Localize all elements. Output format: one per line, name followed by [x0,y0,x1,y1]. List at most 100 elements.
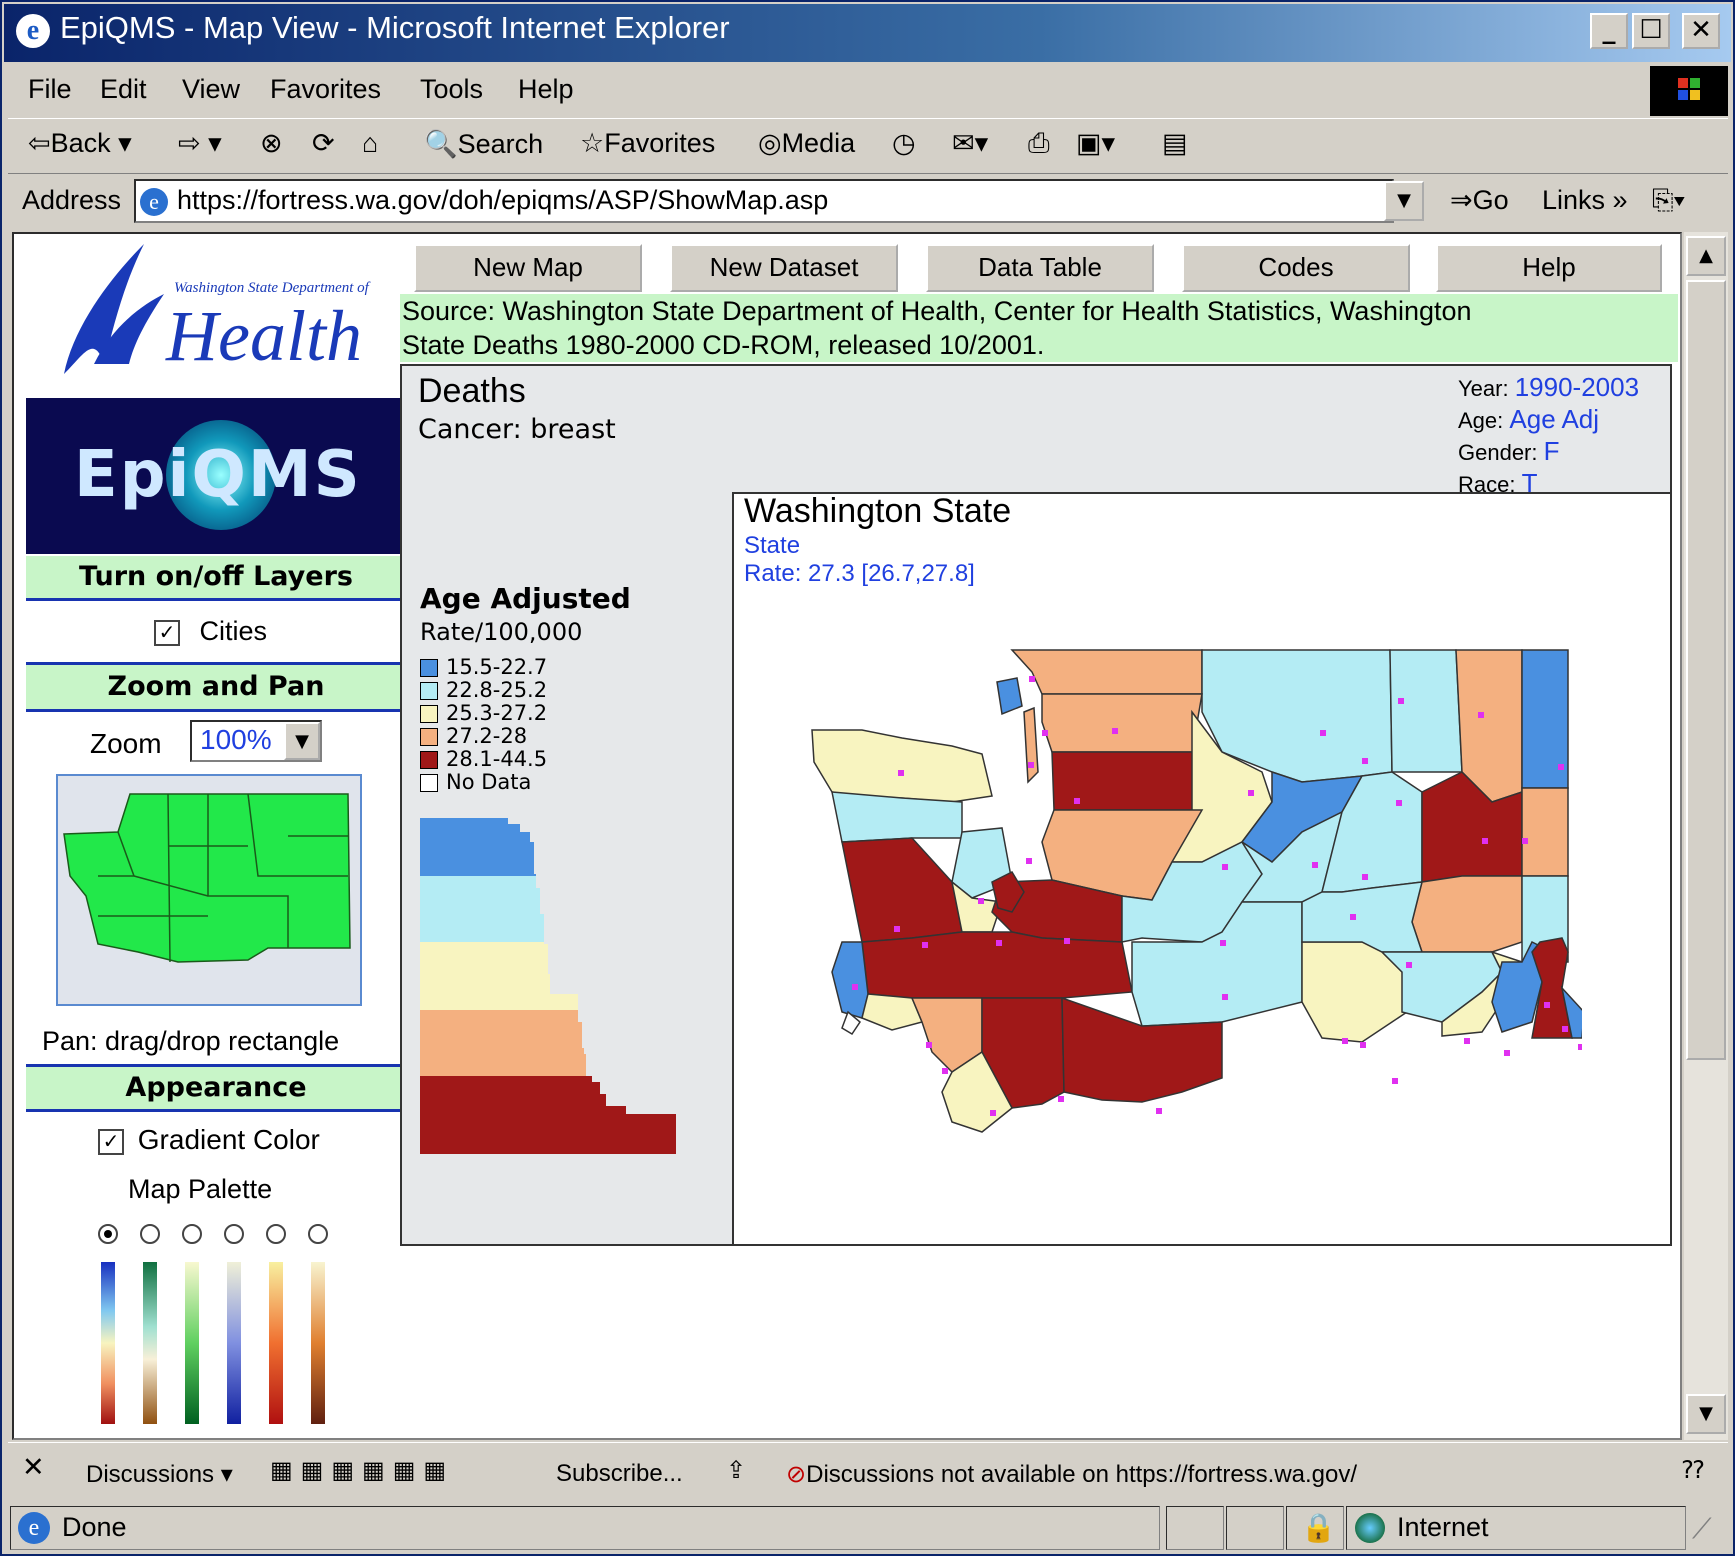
minimize-button[interactable]: _ [1590,13,1628,49]
discussions-close-icon[interactable]: ✕ [22,1452,45,1483]
county-whatcom[interactable] [1010,649,1203,695]
menu-edit[interactable]: Edit [100,74,147,105]
new-map-button[interactable]: New Map [414,244,642,292]
gradient-checkbox-row[interactable]: ✓ Gradient Color [98,1124,320,1156]
county-pacific[interactable] [831,941,869,1019]
scroll-thumb[interactable] [1686,280,1726,1060]
address-label: Address [22,185,122,215]
menu-favorites[interactable]: Favorites [270,74,381,105]
legend-swatch [420,751,438,769]
go-button[interactable]: ⇒Go [1450,185,1509,216]
palette-options [94,1224,354,1434]
star-icon: ☆ [580,128,605,158]
county-san-juan[interactable] [996,677,1023,716]
vertical-scrollbar[interactable]: ▲ ▼ [1684,232,1728,1440]
media-button[interactable]: ◎Media [758,128,855,159]
scroll-up-button[interactable]: ▲ [1686,236,1726,276]
county-skagit[interactable] [1041,693,1203,753]
logo-health-text: Health [166,296,362,376]
menu-bar [8,64,1648,116]
year-label: Year: [1458,376,1509,401]
mail-icon[interactable]: ✉▾ [952,128,988,159]
age-value[interactable]: Age Adj [1509,404,1599,434]
favorites-button[interactable]: ☆Favorites [580,128,715,159]
county-map[interactable] [802,642,1585,1162]
legend-histogram [420,818,680,1154]
county-adams[interactable] [1411,875,1523,953]
scroll-down-button[interactable]: ▼ [1686,1394,1726,1434]
epiqms-title: EpiQMS [74,438,362,512]
palette-radio-6[interactable] [308,1224,328,1244]
palette-radio-2[interactable] [140,1224,160,1244]
legend-swatch [420,682,438,700]
menu-view[interactable]: View [182,74,240,105]
gender-value[interactable]: F [1544,436,1560,466]
legend-item: No Data [420,771,531,793]
palette-bar-1 [101,1262,115,1424]
search-button[interactable]: 🔍Search [424,128,543,160]
filter-summary: Year: 1990-2003 Age: Age Adj Gender: F R… [1458,372,1639,500]
data-table-button[interactable]: Data Table [926,244,1154,292]
legend-label: No Data [446,770,532,794]
subscribe-button[interactable]: Subscribe... [556,1460,683,1488]
ie-icon: e [16,14,50,48]
cities-checkbox-row[interactable]: ✓ Cities [154,616,267,647]
show-hide-icon[interactable]: ⇪ [726,1456,746,1485]
cities-checkbox[interactable]: ✓ [154,619,180,646]
windows-logo-icon [1650,66,1728,116]
notes-icon[interactable]: ▤ [1162,128,1188,159]
map-rate: Rate: 27.3 [26.7,27.8] [744,560,975,587]
back-button[interactable]: ⇦Back ▾ [28,128,132,159]
panel-subtitle: Cancer: breast [418,414,616,445]
zoom-select[interactable]: 100% ▼ [190,720,322,762]
close-button[interactable]: ✕ [1682,13,1720,49]
palette-radio-1[interactable] [98,1224,118,1244]
legend-label: 28.1-44.5 [446,747,548,771]
menu-file[interactable]: File [28,74,72,105]
palette-radio-4[interactable] [224,1224,244,1244]
pdf-icon[interactable]: ⎘▾ [1652,185,1685,217]
palette-radio-3[interactable] [182,1224,202,1244]
gender-label: Gender: [1458,440,1538,465]
legend-item: 15.5-22.7 [420,656,547,678]
county-spokane-east[interactable] [1521,787,1569,877]
county-grays-harbor[interactable] [841,837,963,943]
discussions-help-icon[interactable]: ⁇ [1682,1456,1704,1485]
status-zone: Internet [1346,1506,1686,1550]
county-island[interactable] [1023,706,1039,784]
legend-label: 25.3-27.2 [446,701,548,725]
edit-icon[interactable]: ▣▾ [1076,128,1115,159]
legend-label: 27.2-28 [446,724,528,748]
county-franklin[interactable] [1301,881,1424,953]
new-dataset-button[interactable]: New Dataset [670,244,898,292]
palette-label: Map Palette [128,1174,273,1204]
palette-radio-5[interactable] [266,1224,286,1244]
forward-button[interactable]: ⇨ ▾ [178,128,222,159]
overview-map[interactable] [56,774,362,1006]
palette-bar-6 [311,1262,325,1424]
county-clallam[interactable] [811,729,993,803]
year-value[interactable]: 1990-2003 [1515,372,1639,402]
maximize-button[interactable]: ☐ [1632,13,1670,49]
zoom-dropdown-icon[interactable]: ▼ [284,722,320,760]
discussion-tool-icons[interactable]: ▦▦▦▦▦▦ [270,1456,454,1485]
stop-icon[interactable]: ⊗ [260,128,283,159]
gradient-checkbox[interactable]: ✓ [98,1128,124,1155]
history-icon[interactable]: ◷ [892,128,916,159]
legend-label: 22.8-25.2 [446,678,548,702]
palette-bar-2 [143,1262,157,1424]
help-button[interactable]: Help [1436,244,1662,292]
epiqms-banner: EpiQMS [26,398,406,554]
print-icon[interactable]: ⎙ [1028,128,1050,160]
window-title: EpiQMS - Map View - Microsoft Internet E… [60,10,730,45]
codes-button[interactable]: Codes [1182,244,1410,292]
menu-help[interactable]: Help [518,74,574,105]
home-icon[interactable]: ⌂ [362,128,378,159]
address-dropdown[interactable]: ▼ [1384,181,1424,221]
discussions-menu[interactable]: Discussions ▾ [86,1460,233,1489]
refresh-icon[interactable]: ⟳ [312,128,335,159]
menu-tools[interactable]: Tools [420,74,483,105]
county-ferry[interactable] [1389,649,1463,773]
links-button[interactable]: Links » [1542,185,1628,216]
resize-grip-icon[interactable]: ⟋ [1692,1512,1712,1546]
